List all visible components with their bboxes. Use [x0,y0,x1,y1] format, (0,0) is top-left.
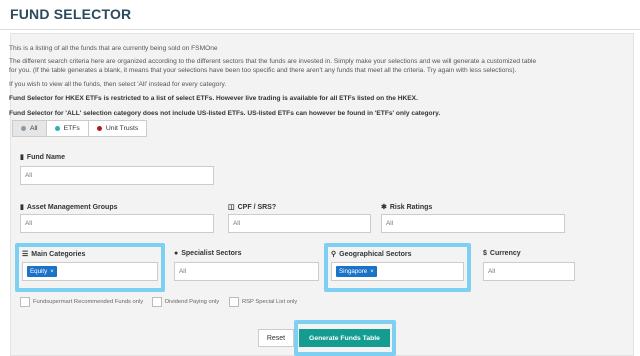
dot-icon [96,126,102,131]
main-categories-input[interactable]: Equity × [22,262,158,281]
us-etf-note: Fund Selector for 'ALL' selection catego… [9,110,441,117]
tab-unit-trusts[interactable]: Unit Trusts [88,120,148,137]
hkex-note: Fund Selector for HKEX ETFs is restricte… [9,95,418,102]
checkbox[interactable] [152,297,162,307]
list-icon: ▮ [20,154,24,161]
label-text: Asset Management Groups [26,203,118,211]
fund-name-input[interactable] [20,166,214,185]
label-text: Risk Ratings [389,203,433,211]
specialist-sectors-label: ● Specialist Sectors [174,250,242,257]
currency-label: $ Currency [483,250,521,257]
asset-management-input[interactable] [20,214,214,233]
risk-ratings-input[interactable] [381,214,565,233]
pin-icon: ⚲ [331,251,337,258]
risk-ratings-field[interactable] [386,220,560,227]
tab-etfs[interactable]: ETFs [46,120,89,137]
fund-name-label: ▮ Fund Name [20,153,65,162]
intro-text: The different search criteria here are o… [9,58,537,65]
cpf-icon: ◫ [228,204,235,211]
recommended-funds-checkbox[interactable]: Fundsupermart Recommended Funds only [20,297,143,307]
currency-field[interactable] [488,268,570,275]
rsp-special-list-checkbox[interactable]: RSP Special List only [229,297,297,307]
tab-label: Unit Trusts [105,125,139,132]
intro-text: If you wish to view all the funds, then … [9,81,227,88]
geographical-sectors-label: ⚲ Geographical Sectors [331,250,412,259]
intro-text: for you. (If the table generates a blank… [9,67,517,74]
specialist-sectors-input[interactable] [174,262,319,281]
selected-chip: Equity × [27,266,57,277]
page-header: FUND SELECTOR [0,0,640,30]
intro-text: This is a listing of all the funds that … [9,45,218,52]
chip-label: Equity [30,268,48,275]
dot-icon [54,126,60,131]
page-title: FUND SELECTOR [10,6,132,22]
grid-icon: ☰ [22,251,29,258]
remove-chip-icon[interactable]: × [370,269,374,275]
asset-management-field[interactable] [25,220,209,227]
label-text: Currency [489,250,521,257]
checkbox[interactable] [20,297,30,307]
asterisk-icon: ✱ [381,204,387,211]
user-icon: ● [174,250,179,257]
currency-input[interactable] [483,262,575,281]
label-text: Main Categories [31,250,86,258]
label-text: Specialist Sectors [181,250,242,257]
cpf-srs-label: ◫ CPF / SRS? [228,203,277,212]
checkbox-label: RSP Special List only [242,299,298,305]
selected-chip: Singapore × [336,266,377,277]
checkbox-label: Fundsupermart Recommended Funds only [33,299,144,305]
reset-button[interactable]: Reset [258,329,294,347]
remove-chip-icon[interactable]: × [50,269,54,275]
label-text: Fund Name [26,153,65,161]
dividend-paying-checkbox[interactable]: Dividend Paying only [152,297,219,307]
dot-icon [21,126,26,131]
asset-management-label: ▮ Asset Management Groups [20,203,118,212]
generate-funds-table-button[interactable]: Generate Funds Table [299,329,390,347]
checkbox-label: Dividend Paying only [165,299,220,305]
main-categories-label: ☰ Main Categories [22,250,86,259]
tab-label: All [30,125,38,132]
cpf-srs-field[interactable] [233,220,366,227]
label-text: Geographical Sectors [339,250,412,258]
geographical-sectors-input[interactable]: Singapore × [331,262,464,281]
checkbox[interactable] [229,297,239,307]
tab-label: ETFs [63,125,80,132]
label-text: CPF / SRS? [237,203,277,211]
fund-name-field[interactable] [25,172,209,179]
chip-label: Singapore [339,268,368,275]
fund-type-tabs: All ETFs Unit Trusts [12,120,148,137]
risk-ratings-label: ✱ Risk Ratings [381,203,433,212]
building-icon: ▮ [20,204,24,211]
tab-all[interactable]: All [12,120,47,137]
specialist-sectors-field[interactable] [179,268,314,275]
cpf-srs-input[interactable] [228,214,371,233]
dollar-icon: $ [483,250,487,257]
